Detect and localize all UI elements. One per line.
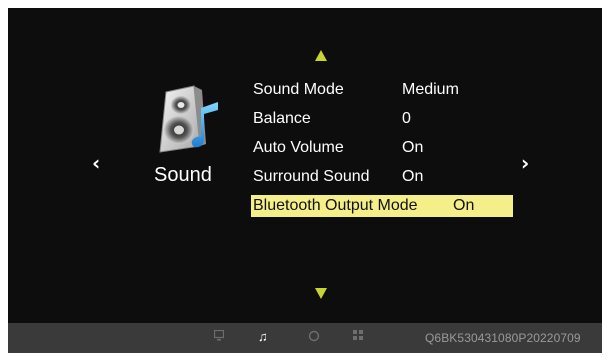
chevron-right-icon[interactable]: › (521, 153, 529, 173)
menu-item-value: On (402, 168, 424, 185)
chevron-left-icon[interactable]: ‹ (92, 153, 100, 173)
apps-icon[interactable] (353, 330, 363, 344)
menu-item-value: 0 (402, 110, 411, 127)
menu-item-label: Balance (253, 110, 311, 127)
menu-item-label: Sound Mode (253, 81, 344, 98)
menu-item-bluetooth-output-mode[interactable]: Bluetooth Output Mode On (251, 195, 513, 217)
menu-item-label: Auto Volume (253, 139, 344, 156)
category-title: Sound (154, 164, 212, 186)
serial-number: Q6BK530431080P20220709 (425, 331, 581, 345)
menu-item-surround-sound[interactable]: Surround Sound On (251, 166, 513, 188)
menu-item-value: On (453, 197, 475, 214)
menu-item-value: Medium (402, 81, 459, 98)
menu-item-auto-volume[interactable]: Auto Volume On (251, 137, 513, 159)
speaker-icon (159, 85, 218, 153)
tv-settings-screen: ‹ › Sound Sound Mode Medium Balance 0 Au… (8, 8, 602, 353)
menu-item-value: On (402, 139, 424, 156)
settings-menu: Sound Mode Medium Balance 0 Auto Volume … (251, 79, 513, 224)
clock-icon[interactable] (308, 330, 320, 346)
menu-item-balance[interactable]: Balance 0 (251, 108, 513, 130)
menu-item-sound-mode[interactable]: Sound Mode Medium (251, 79, 513, 101)
menu-item-label: Bluetooth Output Mode (253, 197, 418, 214)
music-icon[interactable]: ♫ (258, 330, 268, 344)
menu-item-label: Surround Sound (253, 168, 370, 185)
triangle-down-icon[interactable] (315, 288, 327, 299)
tv-icon[interactable] (213, 329, 225, 346)
footer-bar: ♫ Q6BK530431080P20220709 (8, 323, 602, 353)
triangle-up-icon[interactable] (315, 50, 327, 61)
